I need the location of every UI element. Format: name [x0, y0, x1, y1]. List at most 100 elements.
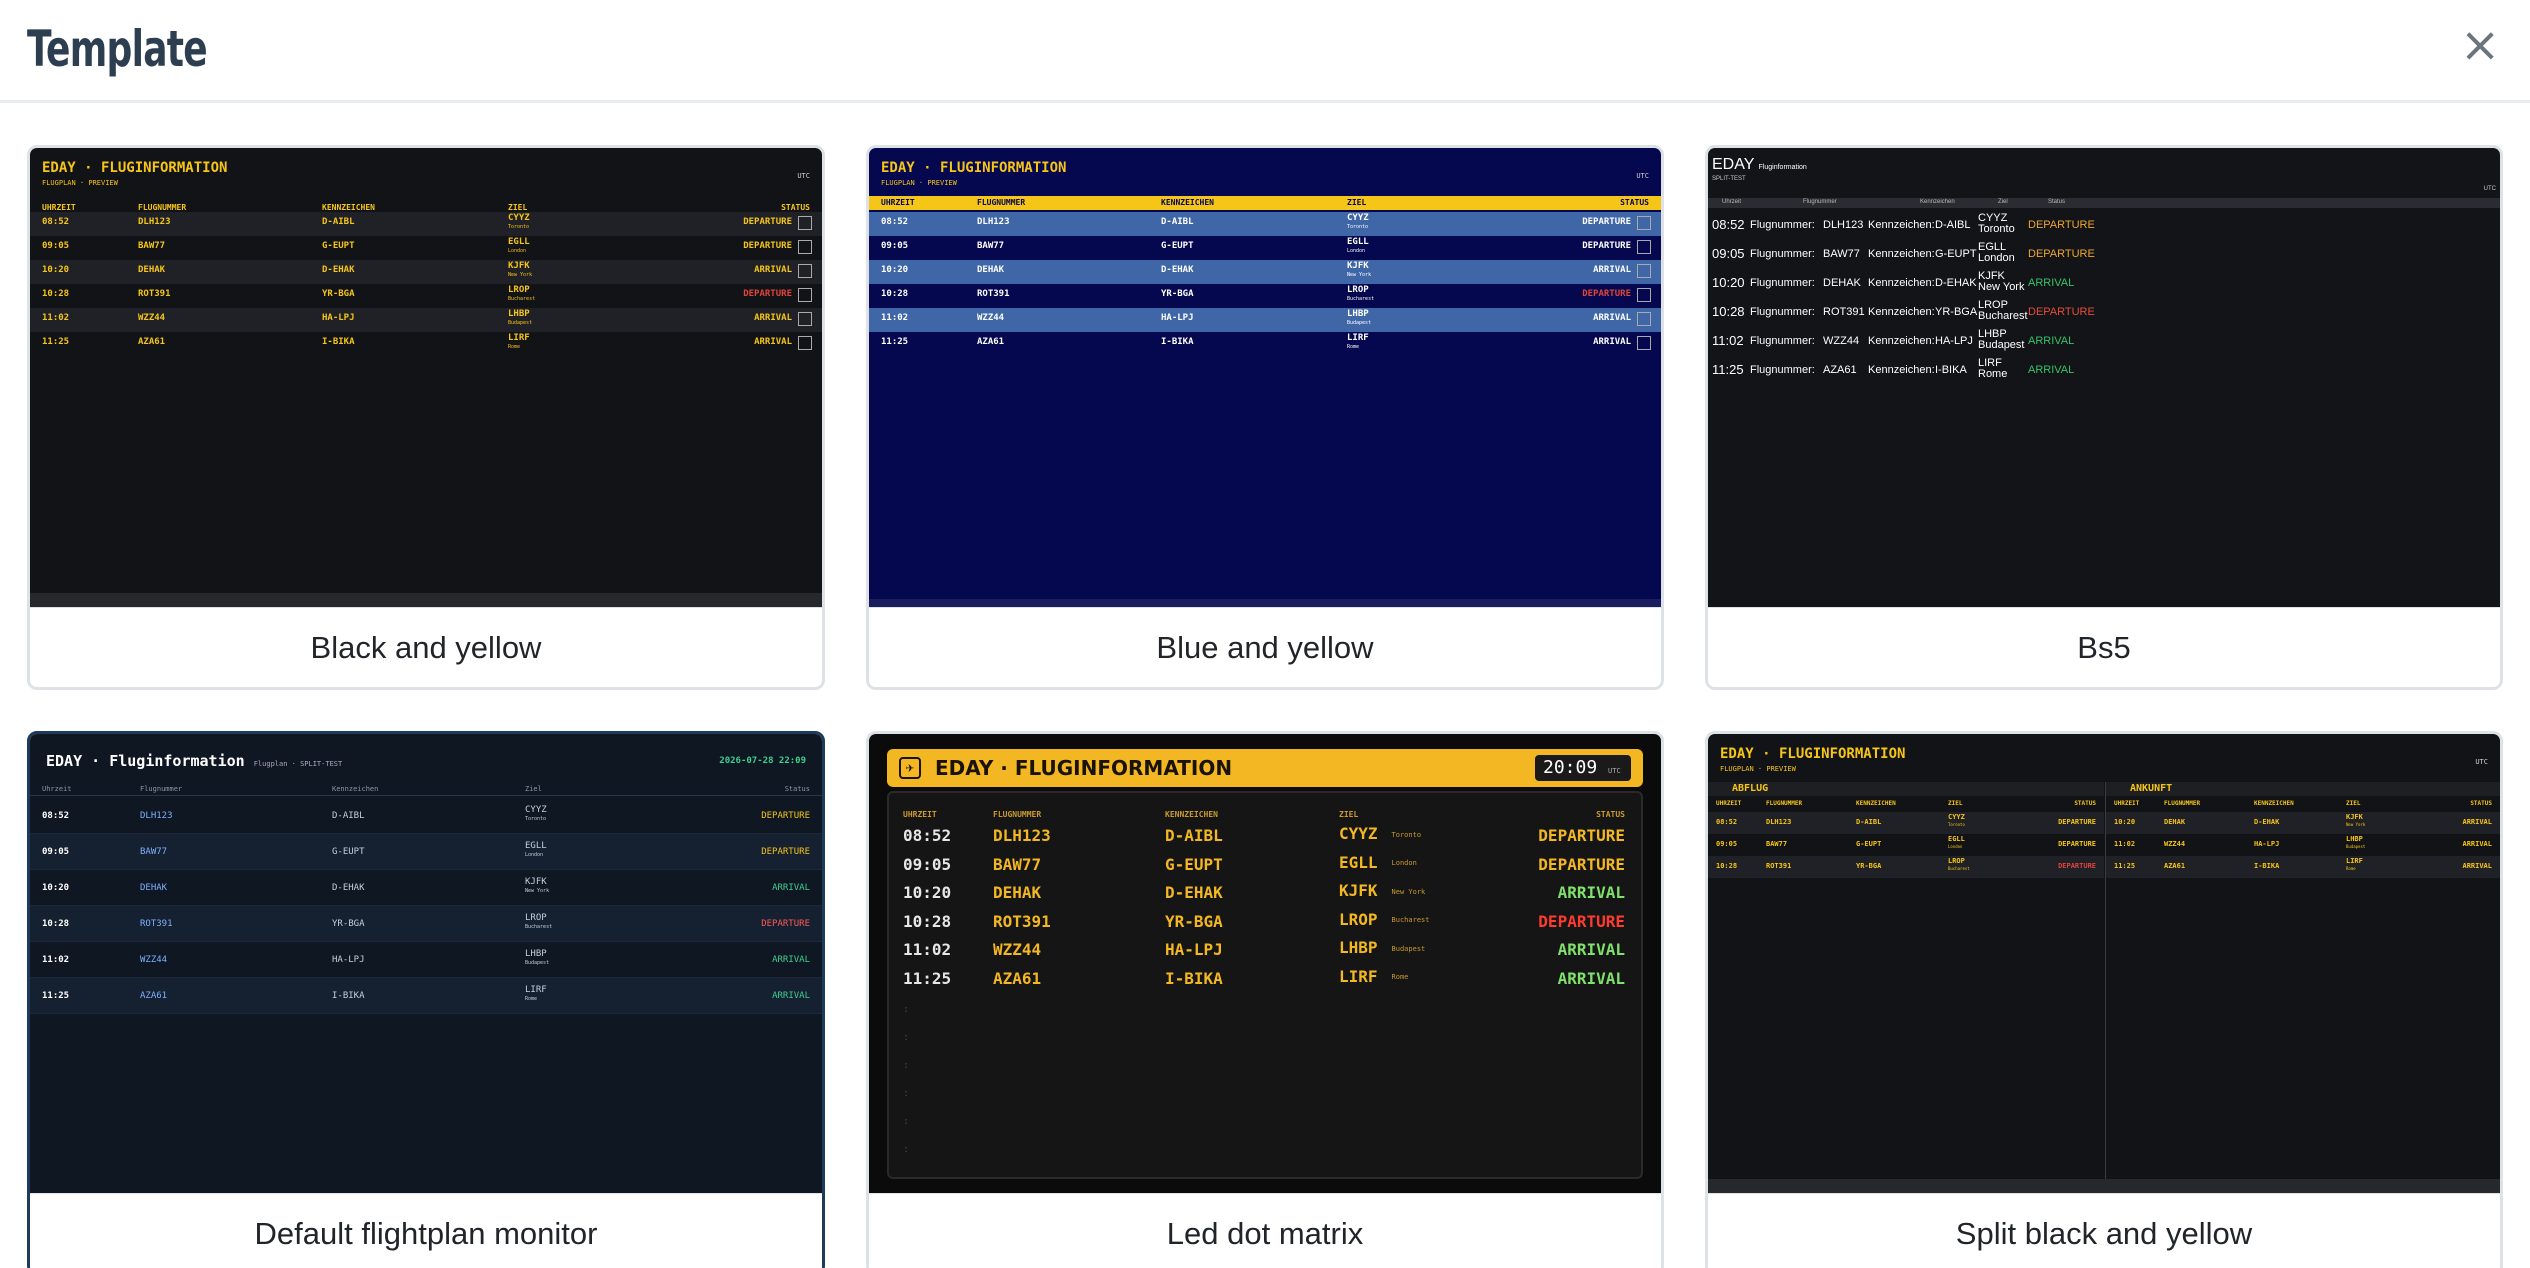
- col-reg: Kennzeichen: [332, 785, 379, 793]
- registration: G-EUPT: [332, 847, 365, 857]
- template-card-led-dot-matrix[interactable]: ✈ EDAY · FLUGINFORMATION 20:09 UTC UHRZE…: [866, 731, 1664, 1268]
- template-card-blue-and-yellow[interactable]: EDAY · FLUGINFORMATION FLUGPLAN · PREVIE…: [866, 145, 1664, 690]
- destination: EGLL London: [1978, 242, 2015, 264]
- col-time: Uhrzeit: [1722, 199, 1742, 205]
- template-card-black-and-yellow[interactable]: EDAY · FLUGINFORMATION FLUGPLAN · PREVIE…: [27, 145, 825, 690]
- destination: LIRF Rome: [1339, 966, 1408, 986]
- destination-city: London: [1978, 252, 2015, 264]
- flight-time: 09:05: [1712, 246, 1745, 261]
- board-default: EDAY · Fluginformation Flugplan · SPLIT-…: [30, 734, 822, 1193]
- flight-number: BAW77: [977, 241, 1005, 251]
- board-clock: 2026-07-28 22:09: [719, 756, 806, 766]
- template-preview: EDAY Fluginformation SPLIT-TEST UTC Uhrz…: [1708, 148, 2500, 607]
- flight-status: ARRIVAL: [754, 313, 792, 323]
- flight-number: WZZ44: [140, 955, 168, 965]
- close-icon[interactable]: ×: [2460, 20, 2500, 70]
- col-status: STATUS: [1596, 810, 1625, 819]
- col-status: STATUS: [781, 203, 810, 212]
- board-title: EDAY Fluginformation: [1712, 156, 1807, 174]
- registration: HA-LPJ: [1161, 313, 1194, 323]
- flight-status: ARRIVAL: [2028, 364, 2075, 376]
- status-checkbox: [1637, 264, 1651, 278]
- flight-status: ARRIVAL: [1557, 883, 1625, 902]
- flight-row: 08:52 DLH123 D-AIBL CYYZ Toronto DEPARTURE: [30, 798, 822, 834]
- flight-time: 11:25: [1712, 362, 1744, 377]
- flight-row: 11:02 WZZ44 HA-LPJ LHBP Budapest ARRIVAL: [869, 936, 1661, 964]
- col-dest: ZIEL: [2346, 800, 2361, 807]
- destination-code: EGLL: [508, 237, 530, 247]
- destination-city: Budapest: [508, 320, 533, 326]
- registration: G-EUPT: [322, 241, 355, 251]
- flight-time: 09:05: [903, 854, 952, 874]
- template-card-bs5[interactable]: EDAY Fluginformation SPLIT-TEST UTC Uhrz…: [1705, 145, 2503, 690]
- destination-city: Rome: [1347, 344, 1360, 350]
- col-reg: KENNZEICHEN: [322, 203, 375, 212]
- registration: D-EHAK: [1935, 277, 1977, 289]
- flight-number: ROT391: [140, 919, 173, 929]
- destination: EGLL London: [1339, 854, 1417, 872]
- flight-status: DEPARTURE: [1538, 826, 1625, 845]
- flight-time: 08:52: [1716, 818, 1738, 826]
- destination-city: Rome: [525, 996, 538, 1002]
- flight-number: DEHAK: [2164, 818, 2186, 826]
- board-footer: [1708, 1179, 2500, 1193]
- col-dest: ZIEL: [508, 203, 528, 212]
- flight-status: DEPARTURE: [2028, 248, 2095, 260]
- flight-time: 08:52: [42, 811, 70, 821]
- destination-city: Rome: [2346, 866, 2356, 871]
- destination-city: Bucharest: [1948, 866, 1970, 871]
- flight-time: 10:20: [903, 883, 952, 902]
- registration: I-BIKA: [1161, 337, 1194, 347]
- flight-number: AZA61: [2164, 862, 2186, 870]
- flight-time: 10:20: [1712, 275, 1745, 290]
- destination: EGLL London: [525, 842, 547, 860]
- flight-number: WZZ44: [993, 940, 1042, 959]
- flight-status: DEPARTURE: [761, 811, 810, 821]
- flight-status: DEPARTURE: [2028, 219, 2095, 231]
- destination: LROP Bucharest: [1978, 300, 2028, 322]
- col-flight: FLUGNUMMER: [993, 810, 1042, 819]
- destination-code: CYYZ: [1339, 824, 1378, 843]
- flight-row: 10:20 DEHAK D-EHAK KJFK New York ARRIVAL: [30, 260, 822, 284]
- col-status: Status: [2048, 199, 2066, 205]
- flight-status: DEPARTURE: [2058, 818, 2096, 826]
- flight-status: DEPARTURE: [1582, 289, 1631, 299]
- col-flight: FLUGNUMMER: [2164, 800, 2201, 807]
- destination-code: CYYZ: [1948, 813, 1965, 821]
- board-columns: UHRZEIT FLUGNUMMER KENNZEICHEN ZIEL STAT…: [869, 196, 1661, 210]
- destination-code: LHBP: [1339, 938, 1378, 957]
- flight-number: BAW77: [993, 854, 1042, 874]
- registration: D-AIBL: [1165, 826, 1223, 845]
- destination-city: Budapest: [2346, 844, 2366, 849]
- registration: HA-LPJ: [1935, 335, 1973, 347]
- flight-status: DEPARTURE: [2058, 862, 2096, 870]
- destination-code: LHBP: [525, 949, 547, 959]
- destination-city: Toronto: [508, 224, 530, 230]
- flight-number: AZA61: [138, 337, 166, 347]
- flight-time: 09:05: [1716, 840, 1738, 848]
- clock-time: 20:09: [1543, 757, 1598, 778]
- template-card-split-black-and-yellow[interactable]: EDAY · FLUGINFORMATION FLUGPLAN · PREVIE…: [1705, 731, 2503, 1268]
- destination-city: Bucharest: [525, 924, 553, 930]
- destination-city: Bucharest: [1391, 916, 1430, 924]
- registration-prefix: Kennzeichen:: [1868, 335, 1935, 347]
- registration: D-AIBL: [1935, 219, 1971, 231]
- registration: G-EUPT: [1165, 854, 1223, 874]
- destination-code: LIRF: [1339, 966, 1378, 986]
- registration: D-EHAK: [322, 265, 355, 275]
- flight-row: 11:02 WZZ44 HA-LPJ LHBP Budapest ARRIVAL: [869, 308, 1661, 332]
- board-title: EDAY · FLUGINFORMATION: [935, 756, 1233, 780]
- destination: LIRF Rome: [525, 986, 547, 1004]
- template-label: Black and yellow: [30, 607, 822, 687]
- registration: I-BIKA: [332, 991, 365, 1001]
- status-checkbox: [798, 264, 812, 278]
- template-card-default-flightplan-monitor[interactable]: EDAY · Fluginformation Flugplan · SPLIT-…: [27, 731, 825, 1268]
- flight-status: ARRIVAL: [754, 337, 792, 347]
- destination-city: New York: [525, 888, 550, 894]
- flight-number: DEHAK: [977, 265, 1005, 275]
- flight-number: BAW77: [140, 847, 168, 857]
- destination: KJFK New York: [525, 878, 549, 896]
- flight-time: 11:02: [881, 313, 909, 323]
- destination-city: Budapest: [525, 960, 550, 966]
- destination: LHBP Budapest: [1339, 940, 1425, 957]
